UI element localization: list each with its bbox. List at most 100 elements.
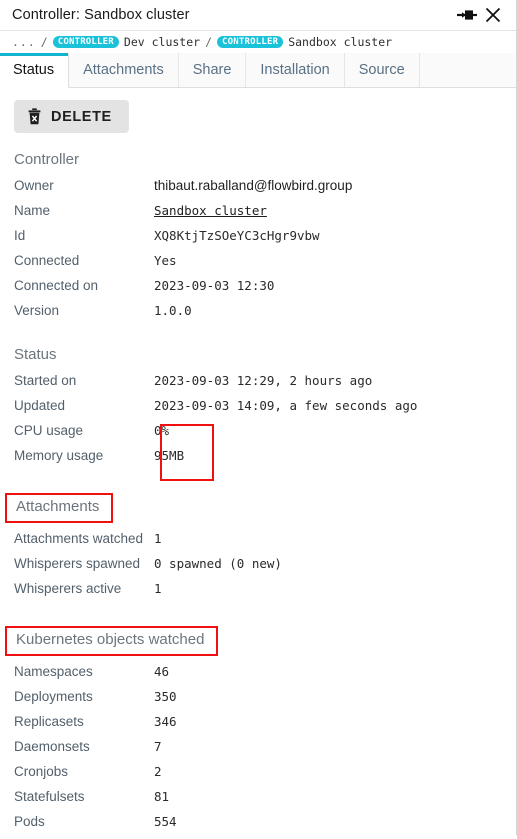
tab-status-label: Status: [13, 62, 55, 78]
row-updated: Updated 2023-09-03 14:09, a few seconds …: [0, 398, 516, 423]
section-attachments: Attachments Attachments watched 1 Whispe…: [0, 473, 516, 606]
row-namespaces: Namespaces 46: [0, 664, 516, 689]
breadcrumb-item-dev-cluster[interactable]: Dev cluster: [124, 35, 200, 49]
row-version: Version 1.0.0: [0, 303, 516, 328]
row-value: 0 spawned (0 new): [154, 555, 282, 571]
section-kubernetes-objects-title: Kubernetes objects watched: [5, 625, 219, 656]
breadcrumb-separator: /: [40, 35, 48, 49]
row-label: CPU usage: [14, 423, 84, 438]
row-label: Namespaces: [14, 663, 93, 679]
row-label: Started on: [14, 373, 77, 388]
row-cronjobs: Cronjobs 2: [0, 764, 516, 789]
row-value: 1: [154, 580, 162, 596]
row-label: Attachments watched: [14, 530, 144, 546]
row-value: thibaut.raballand@flowbird.group: [154, 178, 353, 193]
row-label: Whisperers active: [14, 580, 122, 596]
section-status-rows: Started on 2023-09-03 12:29, 2 hours ago…: [0, 373, 516, 473]
tab-source-label: Source: [358, 62, 405, 78]
row-label: Memory usage: [14, 448, 104, 463]
row-memory-usage: Memory usage 95MB: [0, 448, 516, 473]
section-attachments-title: Attachments: [5, 493, 114, 523]
row-label: Statefulsets: [14, 788, 85, 804]
row-deployments: Deployments 350: [0, 689, 516, 714]
row-label: Id: [14, 228, 26, 243]
row-value: 81: [154, 788, 170, 804]
row-value: 2023-09-03 12:29, 2 hours ago: [154, 373, 373, 388]
close-icon[interactable]: [480, 2, 506, 28]
toolbar: DELETE: [0, 88, 516, 133]
row-id: Id XQ8KtjTzSOeYC3cHgr9vbw: [0, 228, 516, 253]
row-value: Yes: [154, 253, 177, 268]
breadcrumb: ... / CONTROLLER Dev cluster / CONTROLLE…: [0, 31, 516, 53]
breadcrumb-item-sandbox-cluster[interactable]: Sandbox cluster: [288, 35, 392, 49]
tab-installation-label: Installation: [260, 62, 330, 78]
section-kubernetes-objects: Kubernetes objects watched Namespaces 46…: [0, 606, 516, 839]
row-label: Daemonsets: [14, 738, 90, 754]
row-statefulsets: Statefulsets 81: [0, 789, 516, 814]
row-owner: Owner thibaut.raballand@flowbird.group: [0, 178, 516, 203]
breadcrumb-ellipsis[interactable]: ...: [12, 35, 36, 49]
tab-status[interactable]: Status: [0, 53, 70, 88]
tab-attachments[interactable]: Attachments: [69, 53, 179, 87]
tab-share-label: Share: [192, 62, 232, 78]
row-value: 2: [154, 763, 162, 779]
row-value: 350: [154, 688, 177, 704]
row-value: 2023-09-03 14:09, a few seconds ago: [154, 398, 418, 413]
row-label: Replicasets: [14, 713, 84, 729]
row-label: Connected on: [14, 278, 99, 293]
row-label: Name: [14, 203, 51, 218]
breadcrumb-separator-2: /: [205, 35, 213, 49]
tab-bar-filler: [419, 53, 516, 87]
row-replicasets: Replicasets 346: [0, 714, 516, 739]
row-label: Updated: [14, 398, 66, 413]
row-value: XQ8KtjTzSOeYC3cHgr9vbw: [154, 228, 320, 243]
row-value: 1.0.0: [154, 303, 192, 318]
page-title: Controller: Sandbox cluster: [12, 7, 190, 23]
row-label: Cronjobs: [14, 763, 69, 779]
tab-installation[interactable]: Installation: [246, 53, 345, 87]
row-daemonsets: Daemonsets 7: [0, 739, 516, 764]
status-tab-content: DELETE Controller Owner thibaut.raballan…: [0, 88, 516, 839]
section-attachments-rows: Attachments watched 1 Whisperers spawned…: [0, 531, 516, 606]
row-label: Owner: [14, 178, 54, 193]
row-whisperers-spawned: Whisperers spawned 0 spawned (0 new): [0, 556, 516, 581]
row-value: 346: [154, 713, 177, 729]
section-controller: Controller Owner thibaut.raballand@flowb…: [0, 133, 516, 328]
row-connected-on: Connected on 2023-09-03 12:30: [0, 278, 516, 303]
row-value: 554: [154, 813, 177, 829]
row-cpu-usage: CPU usage 0%: [0, 423, 516, 448]
controller-details-panel: Controller: Sandbox cluster ... / CONTRO…: [0, 0, 517, 839]
row-value: 46: [154, 663, 170, 679]
section-controller-rows: Owner thibaut.raballand@flowbird.group N…: [0, 178, 516, 328]
row-whisperers-active: Whisperers active 1: [0, 581, 516, 606]
row-label: Whisperers spawned: [14, 555, 141, 571]
tab-attachments-label: Attachments: [83, 62, 164, 78]
delete-button-label: DELETE: [51, 108, 112, 125]
tab-share[interactable]: Share: [178, 53, 247, 87]
row-started-on: Started on 2023-09-03 12:29, 2 hours ago: [0, 373, 516, 398]
row-name: Name Sandbox cluster: [0, 203, 516, 228]
row-value: 1: [154, 530, 162, 546]
breadcrumb-badge-controller-1: CONTROLLER: [52, 35, 119, 49]
row-value: 2023-09-03 12:30: [154, 278, 275, 293]
tab-bar: Status Attachments Share Installation So…: [0, 53, 516, 88]
breadcrumb-badge-controller-2: CONTROLLER: [217, 35, 284, 49]
row-label: Deployments: [14, 688, 93, 704]
section-kubernetes-objects-rows: Namespaces 46 Deployments 350 Replicaset…: [0, 664, 516, 839]
row-attachments-watched: Attachments watched 1: [0, 531, 516, 556]
row-label: Connected: [14, 253, 80, 268]
tab-source[interactable]: Source: [344, 53, 420, 87]
row-label: Version: [14, 303, 60, 318]
row-value: 7: [154, 738, 162, 754]
row-label: Pods: [14, 813, 45, 829]
row-value: 95MB: [154, 448, 185, 463]
row-connected: Connected Yes: [0, 253, 516, 278]
section-status: Status Started on 2023-09-03 12:29, 2 ho…: [0, 328, 516, 473]
row-value-name-link[interactable]: Sandbox cluster: [154, 203, 267, 218]
section-controller-title: Controller: [14, 151, 80, 168]
window-titlebar: Controller: Sandbox cluster: [0, 0, 516, 31]
pin-icon[interactable]: [454, 2, 480, 28]
delete-button[interactable]: DELETE: [14, 100, 129, 133]
section-status-title: Status: [14, 346, 57, 363]
row-value: 0%: [154, 423, 170, 438]
